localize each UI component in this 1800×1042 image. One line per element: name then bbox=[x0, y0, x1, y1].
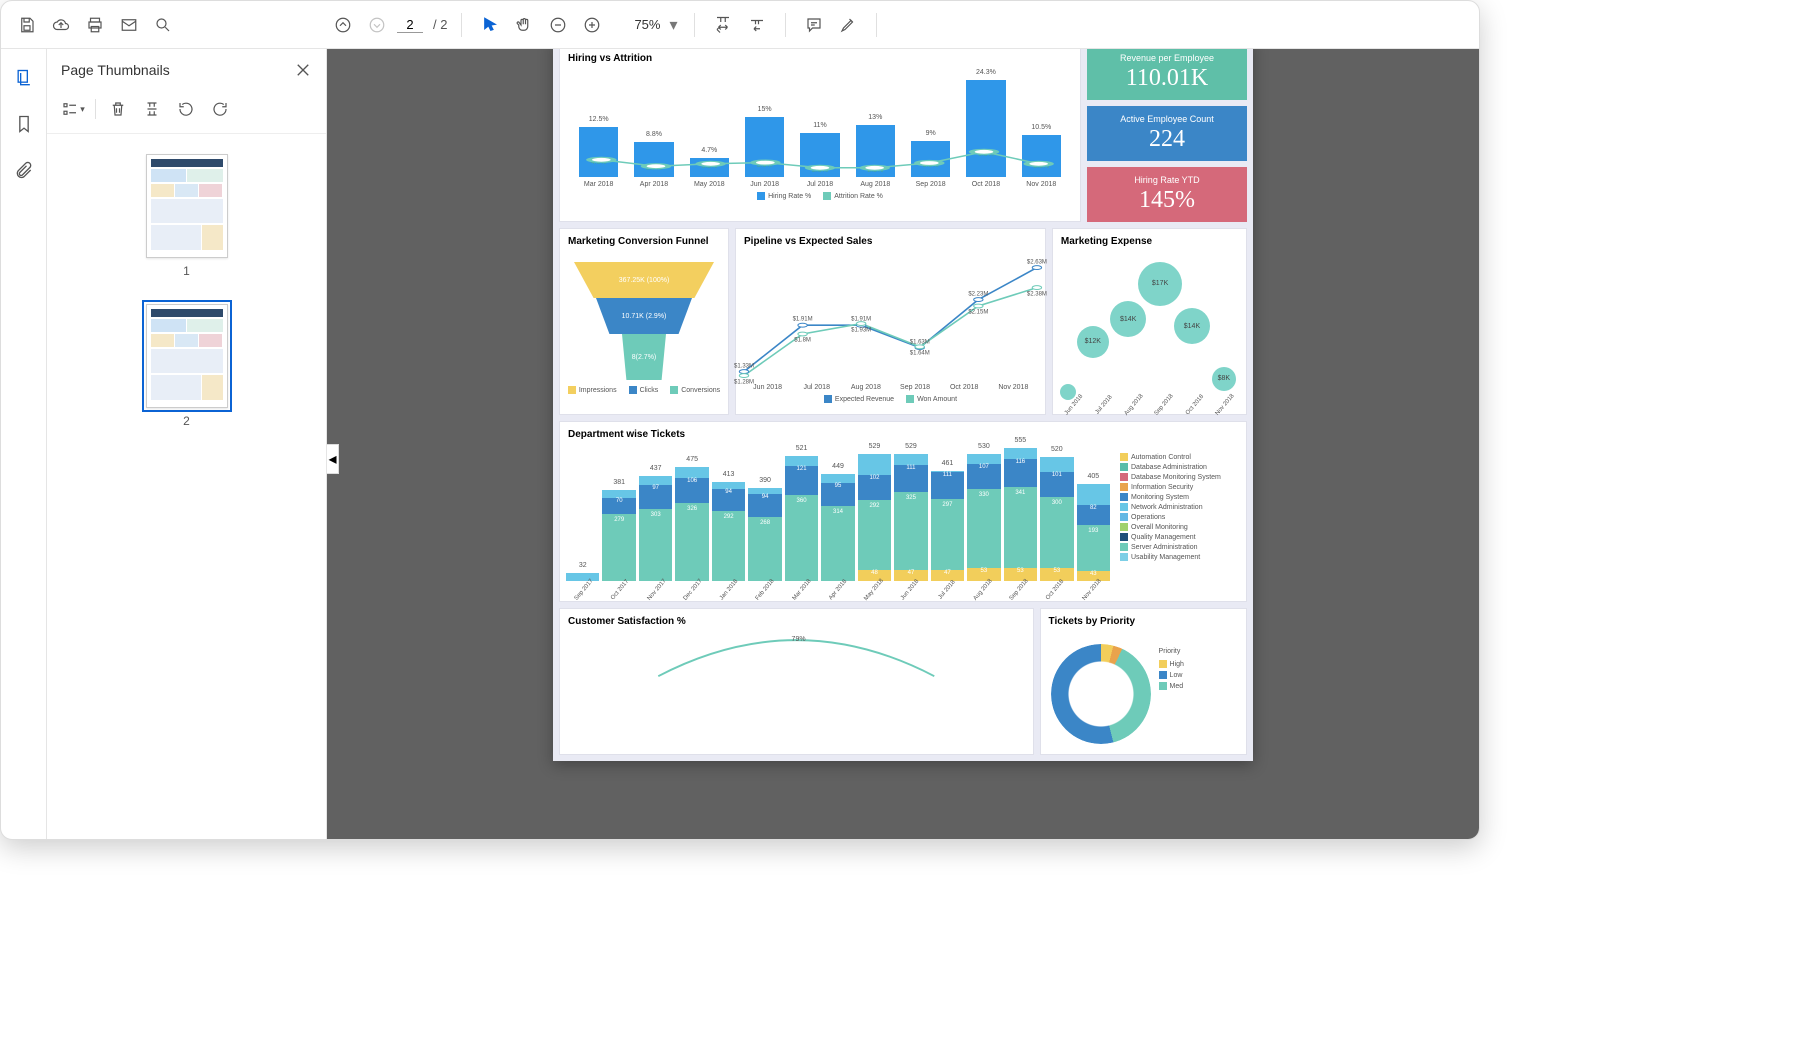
zoom-in-icon[interactable] bbox=[578, 11, 606, 39]
chart-title: Tickets by Priority bbox=[1041, 609, 1246, 634]
page-2: Hiring vs Attrition 12.5% 4.3% 8.8% 2.7%… bbox=[553, 49, 1253, 761]
chart-funnel: Marketing Conversion Funnel 367.25K (100… bbox=[559, 228, 729, 415]
kpi-card: Active Employee Count224 bbox=[1087, 106, 1247, 161]
pointer-tool-icon[interactable] bbox=[476, 11, 504, 39]
zoom-dropdown-icon[interactable]: ▾ bbox=[666, 18, 680, 32]
page-number-input[interactable] bbox=[397, 17, 423, 33]
search-icon[interactable] bbox=[149, 11, 177, 39]
comment-icon[interactable] bbox=[800, 11, 828, 39]
chart-title: Marketing Conversion Funnel bbox=[560, 229, 728, 254]
thumbnail-page-1[interactable]: 1 bbox=[146, 154, 228, 278]
collapse-panel-icon[interactable]: ◂ bbox=[327, 444, 339, 474]
thumbnails-toolbar: ▾ bbox=[47, 91, 326, 134]
thumbnails-options-icon[interactable]: ▾ bbox=[61, 97, 85, 121]
save-icon[interactable] bbox=[13, 11, 41, 39]
page-down-icon[interactable] bbox=[363, 11, 391, 39]
print-icon[interactable] bbox=[81, 11, 109, 39]
thumbnail-number: 1 bbox=[183, 264, 190, 278]
chart-title: Hiring vs Attrition bbox=[560, 49, 1080, 71]
thumbnails-panel: Page Thumbnails ▾ 1 bbox=[47, 49, 327, 839]
chart-title: Marketing Expense bbox=[1053, 229, 1246, 254]
hand-tool-icon[interactable] bbox=[510, 11, 538, 39]
chart-dept-tickets: Department wise Tickets 3238127970437303… bbox=[559, 421, 1247, 602]
cloud-upload-icon[interactable] bbox=[47, 11, 75, 39]
kpi-card: Hiring Rate YTD145% bbox=[1087, 167, 1247, 222]
email-icon[interactable] bbox=[115, 11, 143, 39]
chart-satisfaction: Customer Satisfaction % 79% bbox=[559, 608, 1034, 755]
thumbnails-panel-title: Page Thumbnails bbox=[61, 62, 170, 78]
bookmarks-tab-icon[interactable] bbox=[13, 113, 35, 135]
chart-pipeline: Pipeline vs Expected Sales $1.33M$1.91M$… bbox=[735, 228, 1046, 415]
chart-title: Customer Satisfaction % bbox=[560, 609, 1033, 634]
kpi-card: Revenue per Employee110.01K bbox=[1087, 49, 1247, 100]
delete-page-icon[interactable] bbox=[106, 97, 130, 121]
fit-page-icon[interactable] bbox=[743, 11, 771, 39]
rotate-cw-icon[interactable] bbox=[208, 97, 232, 121]
chart-tickets-priority: Tickets by Priority Priority HighLowMed bbox=[1040, 608, 1247, 755]
thumbnails-tab-icon[interactable] bbox=[13, 67, 35, 89]
chart-title: Pipeline vs Expected Sales bbox=[736, 229, 1045, 254]
content-area: Page Thumbnails ▾ 1 bbox=[1, 49, 1479, 839]
insert-page-icon[interactable] bbox=[140, 97, 164, 121]
zoom-out-icon[interactable] bbox=[544, 11, 572, 39]
attachments-tab-icon[interactable] bbox=[13, 159, 35, 181]
chart-title: Department wise Tickets bbox=[560, 422, 1246, 447]
thumbnail-page-2[interactable]: 2 bbox=[146, 304, 228, 428]
highlight-icon[interactable] bbox=[834, 11, 862, 39]
kpi-column: Revenue per Employee110.01K Active Emplo… bbox=[1087, 49, 1247, 222]
main-toolbar: / 2 75% ▾ bbox=[1, 1, 1479, 49]
rotate-ccw-icon[interactable] bbox=[174, 97, 198, 121]
chart-marketing-expense: Marketing Expense $12K$14K$17K$14K$8K Ju… bbox=[1052, 228, 1247, 415]
page-up-icon[interactable] bbox=[329, 11, 357, 39]
page-total-label: / 2 bbox=[433, 17, 447, 32]
zoom-level-label: 75% bbox=[620, 17, 660, 32]
thumbnail-number: 2 bbox=[183, 414, 190, 428]
chart-hiring-attrition: Hiring vs Attrition 12.5% 4.3% 8.8% 2.7%… bbox=[559, 49, 1081, 222]
fit-width-icon[interactable] bbox=[709, 11, 737, 39]
nav-rail bbox=[1, 49, 47, 839]
document-viewer[interactable]: ◂ Hiring vs Attrition 12.5% 4.3% 8.8% 2.… bbox=[327, 49, 1479, 839]
thumbnails-list: 1 2 bbox=[47, 134, 326, 839]
pdf-viewer-window: / 2 75% ▾ Page Thumbnails ▾ bbox=[0, 0, 1480, 840]
close-panel-icon[interactable] bbox=[294, 61, 312, 79]
